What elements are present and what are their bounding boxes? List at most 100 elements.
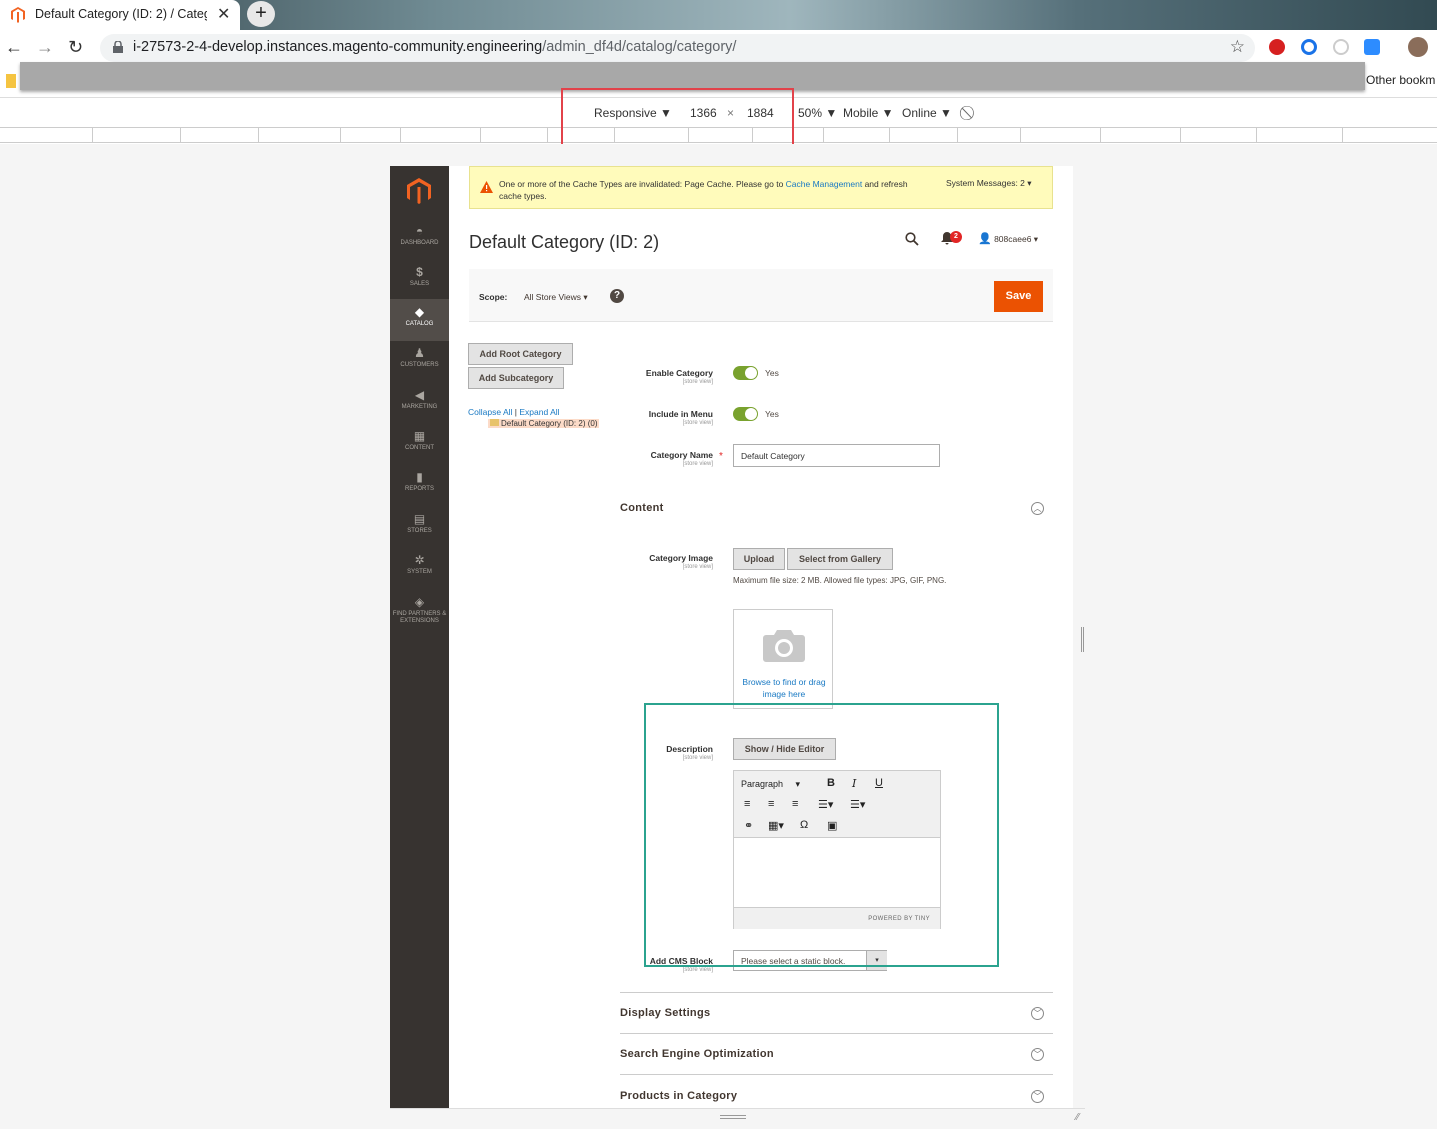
sidebar-item-label: CATALOG — [405, 321, 434, 327]
user-icon: 👤 — [978, 233, 992, 245]
sidebar-item-label: FIND PARTNERS & EXTENSIONS — [392, 611, 447, 624]
include-in-menu-label: Include in Menu — [648, 409, 713, 419]
store-view-scope: [store view] — [682, 461, 713, 467]
chevron-down-icon[interactable]: ﹀ — [1031, 1007, 1044, 1020]
help-icon[interactable]: ? — [610, 289, 624, 303]
back-icon[interactable]: ← — [5, 37, 23, 58]
camera-icon — [763, 630, 805, 662]
add-subcategory-button[interactable]: Add Subcategory — [468, 367, 564, 389]
extension-zoom-icon[interactable] — [1364, 39, 1380, 55]
cube-icon: ◆ — [414, 305, 425, 319]
divider — [620, 1033, 1053, 1034]
display-settings-section[interactable]: Display Settings — [620, 1007, 1053, 1019]
zoom-select[interactable]: 50% ▼ — [798, 106, 837, 120]
notification-badge: 2 — [950, 231, 962, 243]
sidebar-item-label: STORES — [407, 528, 432, 534]
sidebar-item-reports[interactable]: ▮ REPORTS — [390, 468, 449, 508]
extension-circle-icon[interactable] — [1301, 39, 1317, 55]
extension-google-icon[interactable] — [1333, 39, 1349, 55]
magento-favicon-icon — [11, 7, 25, 23]
category-name-label: Category Name — [650, 450, 713, 460]
other-bookmarks[interactable]: Other bookm — [1366, 73, 1435, 87]
resize-corner-icon[interactable]: ⁄⁄ — [1076, 1112, 1079, 1123]
dashboard-icon: ◓ — [415, 224, 424, 238]
system-message-text: One or more of the Cache Types are inval… — [499, 178, 929, 202]
user-name: 808caee6 — [994, 234, 1032, 244]
select-from-gallery-button[interactable]: Select from Gallery — [787, 548, 893, 570]
annotation-green-box — [644, 703, 999, 967]
new-tab-button[interactable]: + — [247, 1, 275, 27]
page-title: Default Category (ID: 2) — [469, 232, 660, 252]
scope-bar: Scope: All Store Views ▾ ? Save — [469, 269, 1053, 322]
sidebar-item-system[interactable]: ✲ SYSTEM — [390, 551, 449, 591]
browser-tab-bar: Default Category (ID: 2) / Catego ✕ + — [0, 0, 1437, 30]
forward-icon[interactable]: → — [36, 37, 54, 58]
user-menu[interactable]: 👤 808caee6 ▾ — [978, 232, 1038, 245]
required-asterisk: * — [719, 451, 723, 462]
upload-button[interactable]: Upload — [733, 548, 785, 570]
scope-switcher[interactable]: All Store Views ▾ — [524, 292, 588, 303]
chevron-down-icon[interactable]: ﹀ — [1031, 1048, 1044, 1061]
add-root-category-button[interactable]: Add Root Category — [468, 343, 573, 365]
reload-icon[interactable]: ↻ — [68, 37, 83, 58]
store-view-scope: [store view] — [682, 564, 713, 570]
url-text: i-27573-2-4-develop.instances.magento-co… — [133, 39, 736, 55]
sidebar-item-label: SALES — [409, 281, 430, 287]
resize-handle-right-icon[interactable] — [1081, 627, 1084, 652]
system-messages-toggle[interactable]: System Messages: 2 ▾ — [946, 178, 1032, 189]
save-button[interactable]: Save — [994, 281, 1043, 312]
content-section-title[interactable]: Content — [620, 502, 1053, 514]
sidebar-item-label: REPORTS — [405, 486, 434, 492]
sidebar-item-label: CUSTOMERS — [400, 362, 439, 368]
admin-sidebar: ◓ DASHBOARD $ SALES ◆ CATALOG ♟ CUSTOMERS ◀ M… — [390, 166, 449, 1108]
sidebar-item-stores[interactable]: ▤ STORES — [390, 510, 449, 550]
products-in-category-section[interactable]: Products in Category — [620, 1090, 1053, 1102]
store-view-scope: [store view] — [682, 420, 713, 426]
collapse-all-link[interactable]: Collapse All — [468, 407, 512, 417]
seo-section[interactable]: Search Engine Optimization — [620, 1048, 1053, 1060]
include-in-menu-value: Yes — [765, 409, 779, 419]
sidebar-item-label: DASHBOARD — [400, 240, 439, 246]
sidebar-item-customers[interactable]: ♟ CUSTOMERS — [390, 344, 449, 384]
sidebar-item-catalog[interactable]: ◆ CATALOG — [390, 299, 449, 341]
tab-close-icon[interactable]: ✕ — [217, 4, 230, 24]
chevron-up-icon[interactable]: ︿ — [1031, 502, 1044, 515]
url-host: i-27573-2-4-develop.instances.magento-co… — [133, 39, 543, 55]
person-icon: ♟ — [414, 346, 425, 360]
sidebar-item-marketing[interactable]: ◀ MARKETING — [390, 386, 449, 426]
bookmark-folder-icon[interactable] — [6, 74, 16, 88]
tree-controls: Collapse All | Expand All — [468, 407, 560, 417]
sidebar-item-dashboard[interactable]: ◓ DASHBOARD — [390, 222, 449, 262]
extension-adblock-icon[interactable] — [1269, 39, 1285, 55]
browser-tab[interactable]: Default Category (ID: 2) / Catego ✕ — [0, 0, 240, 30]
url-field[interactable]: i-27573-2-4-develop.instances.magento-co… — [100, 34, 1255, 62]
message-text-before: One or more of the Cache Types are inval… — [499, 179, 786, 189]
include-in-menu-toggle[interactable] — [733, 407, 758, 421]
scope-value: All Store Views — [524, 292, 582, 302]
sidebar-item-partners[interactable]: ◈ FIND PARTNERS & EXTENSIONS — [390, 593, 449, 633]
store-view-scope: [store view] — [682, 967, 713, 973]
chevron-down-icon[interactable]: ﹀ — [1031, 1090, 1044, 1103]
resize-handle-bottom-icon[interactable] — [720, 1115, 746, 1119]
image-drop-zone[interactable]: Browse to find or drag image here — [733, 609, 833, 709]
category-image-label: Category Image — [649, 553, 713, 563]
magento-logo-icon[interactable] — [407, 178, 431, 204]
throttle-select[interactable]: Online ▼ — [902, 106, 952, 120]
profile-avatar[interactable] — [1408, 37, 1428, 57]
annotation-red-box — [561, 88, 794, 148]
bookmark-star-icon[interactable]: ☆ — [1230, 37, 1245, 57]
sidebar-item-sales[interactable]: $ SALES — [390, 263, 449, 303]
search-icon[interactable] — [905, 232, 919, 246]
divider — [620, 992, 1053, 993]
browse-image-link[interactable]: Browse to find or drag image here — [734, 676, 834, 700]
mode-select[interactable]: Mobile ▼ — [843, 106, 894, 120]
expand-all-link[interactable]: Expand All — [519, 407, 559, 417]
enable-category-label: Enable Category — [645, 368, 713, 378]
category-name-input[interactable]: Default Category — [733, 444, 940, 467]
divider — [620, 1074, 1053, 1075]
enable-category-toggle[interactable] — [733, 366, 758, 380]
enable-category-value: Yes — [765, 368, 779, 378]
system-messages-count: System Messages: 2 — [946, 178, 1025, 188]
sidebar-item-content[interactable]: ▦ CONTENT — [390, 427, 449, 467]
cache-management-link[interactable]: Cache Management — [786, 179, 863, 189]
